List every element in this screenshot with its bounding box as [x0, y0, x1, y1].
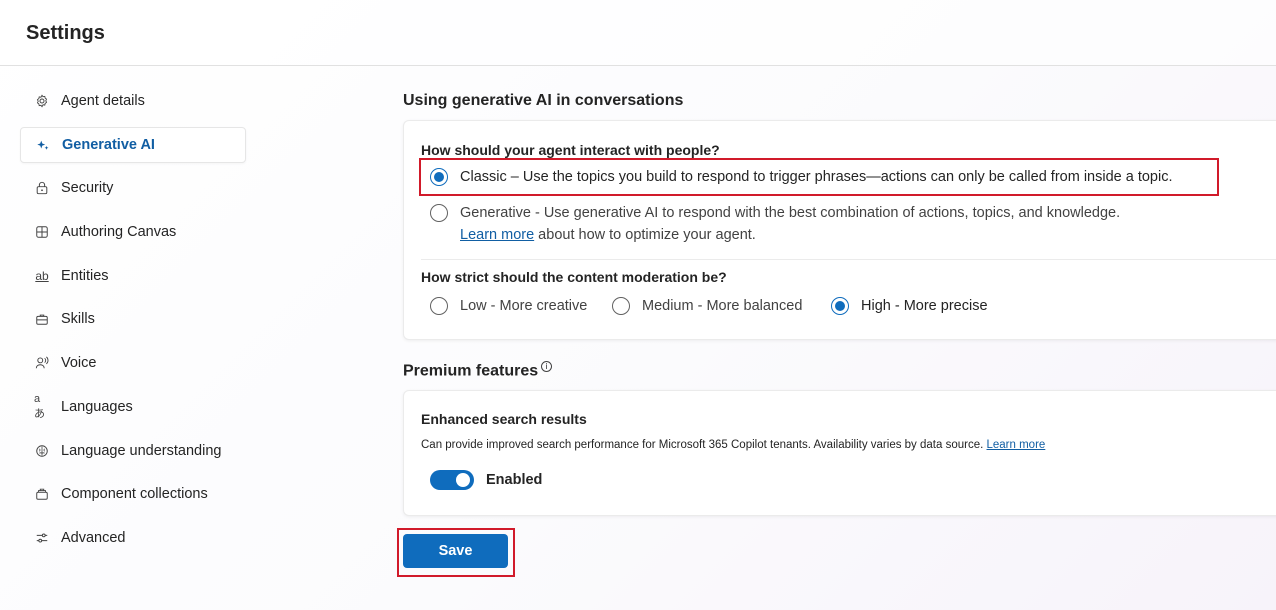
radio-option-high[interactable]: High - More precise [831, 297, 988, 315]
radio-label: Classic – Use the topics you build to re… [460, 169, 1173, 185]
box-multiple-icon [34, 486, 50, 502]
sidebar-item-language-understanding[interactable]: Language understanding [20, 433, 246, 469]
radio-button[interactable] [430, 297, 448, 315]
radio-button[interactable] [612, 297, 630, 315]
sliders-icon [34, 530, 50, 546]
radio-button[interactable] [831, 297, 849, 315]
sidebar-item-component-collections[interactable]: Component collections [20, 476, 246, 512]
sidebar-item-entities[interactable]: ab Entities [20, 258, 246, 294]
person-voice-icon [34, 355, 50, 371]
ab-text-icon: ab [35, 268, 49, 283]
interaction-question: How should your agent interact with peop… [421, 142, 720, 158]
moderation-question: How strict should the content moderation… [421, 269, 727, 285]
sidebar-item-advanced[interactable]: Advanced [20, 520, 246, 556]
premium-card: Enhanced search results Can provide impr… [403, 390, 1276, 516]
toggle-label: Enabled [486, 472, 543, 488]
section-title-premium: Premium features i [403, 361, 553, 380]
radio-button[interactable] [430, 168, 448, 186]
sidebar-item-label: Language understanding [61, 442, 222, 459]
feature-description-line: Can provide improved search performance … [421, 439, 1045, 451]
sidebar-item-label: Component collections [61, 486, 208, 503]
radio-button[interactable] [430, 204, 448, 222]
info-icon[interactable]: i [541, 361, 553, 372]
sidebar-item-voice[interactable]: Voice [20, 345, 246, 381]
save-button[interactable]: Save [403, 534, 508, 568]
learn-more-suffix: about how to optimize your agent. [534, 227, 756, 243]
sidebar: Agent details Generative AI Security Aut… [20, 83, 246, 564]
sidebar-item-label: Languages [61, 398, 133, 415]
sidebar-item-label: Agent details [61, 93, 145, 109]
learn-more-link[interactable]: Learn more [460, 227, 534, 243]
sidebar-item-agent-details[interactable]: Agent details [20, 83, 246, 119]
generative-ai-card: How should your agent interact with peop… [403, 120, 1276, 340]
sparkle-icon [35, 137, 51, 153]
divider [421, 259, 1276, 260]
page-title: Settings [26, 22, 105, 44]
sidebar-item-label: Entities [61, 267, 109, 284]
sidebar-item-label: Security [61, 180, 114, 197]
radio-label: Medium - More balanced [642, 298, 803, 314]
sidebar-item-label: Generative AI [62, 136, 155, 153]
header: Settings [0, 0, 1276, 66]
radio-label: Low - More creative [460, 298, 588, 314]
radio-label: Generative - Use generative AI to respon… [460, 205, 1121, 221]
sidebar-item-label: Voice [61, 355, 97, 372]
feature-title: Enhanced search results [421, 411, 587, 427]
sidebar-item-label: Authoring Canvas [61, 224, 177, 241]
feature-description: Can provide improved search performance … [421, 439, 984, 451]
lock-icon [34, 180, 50, 196]
gear-icon [34, 93, 50, 109]
sidebar-item-skills[interactable]: Skills [20, 301, 246, 337]
radio-option-medium[interactable]: Medium - More balanced [612, 297, 802, 315]
radio-label: High - More precise [861, 298, 988, 314]
sidebar-item-generative-ai[interactable]: Generative AI [20, 126, 246, 163]
sidebar-item-security[interactable]: Security [20, 170, 246, 206]
sidebar-item-authoring-canvas[interactable]: Authoring Canvas [20, 214, 246, 250]
sidebar-item-languages[interactable]: aあ Languages [20, 389, 246, 425]
grid-icon [34, 224, 50, 240]
feature-learn-more-link[interactable]: Learn more [987, 439, 1046, 451]
enabled-toggle[interactable] [430, 470, 474, 490]
radio-option-low[interactable]: Low - More creative [430, 297, 587, 315]
sidebar-item-label: Skills [61, 311, 95, 328]
brain-icon [34, 443, 50, 459]
premium-title: Premium features [403, 362, 539, 380]
radio-option-classic[interactable]: Classic – Use the topics you build to re… [430, 168, 1172, 186]
sidebar-item-label: Advanced [61, 529, 126, 546]
toolbox-icon [34, 311, 50, 327]
section-title-generative-ai: Using generative AI in conversations [403, 92, 684, 109]
radio-option-generative[interactable]: Generative - Use generative AI to respon… [430, 204, 1120, 222]
translate-icon: aあ [34, 392, 45, 420]
learn-more-line: Learn more about how to optimize your ag… [460, 227, 756, 243]
